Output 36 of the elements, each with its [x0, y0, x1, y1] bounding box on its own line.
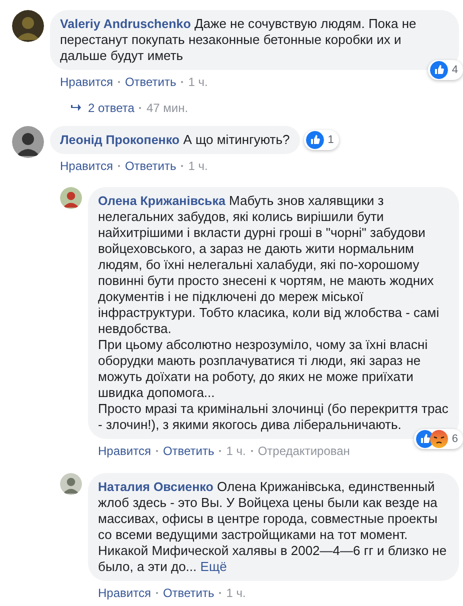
action-link[interactable]: Нравится — [98, 442, 151, 460]
reaction-count: 4 — [452, 62, 458, 78]
timestamp: 1 ч. — [188, 158, 208, 175]
timestamp: 1 ч. — [226, 443, 246, 460]
comment-text: Valeriy Andruschenko Даже не сочувствую людям. Пока не перестанут покупать незаконные бетонные коробки их и дальше будут иметь — [60, 16, 418, 64]
timestamp: 1 ч. — [188, 74, 208, 91]
reaction-count: 1 — [328, 132, 334, 148]
author-link[interactable]: Наталия Овсиенко — [98, 480, 214, 494]
reaction-badge[interactable]: 1 — [304, 130, 339, 150]
avatar[interactable] — [60, 187, 82, 209]
timestamp: 1 ч. — [226, 585, 246, 602]
thumbs-up-icon — [430, 61, 448, 79]
action-link[interactable]: Нравится — [98, 584, 151, 602]
avatar[interactable] — [12, 126, 44, 158]
reply-arrow-icon — [70, 103, 82, 113]
reaction-badge[interactable]: 6 — [414, 429, 463, 449]
author-link[interactable]: Леонід Прокопенко — [60, 133, 180, 147]
comment-text: Наталия Овсиенко Олена Крижанівська, единственный жлоб здесь - это Вы. У Войцеха цены были как везде на массивах, офисы в центре города, совместные проекты со всеми ведущими застройщиками на тот момент. Никакой Мифической халявы в 2002—4—6 гг и близко не было, а эти до... Ещё — [98, 479, 448, 575]
avatar[interactable] — [12, 10, 44, 42]
action-link[interactable]: Нравится — [60, 73, 113, 91]
reaction-badge[interactable]: 4 — [428, 60, 463, 80]
replies-link[interactable]: 2 ответа — [70, 99, 134, 117]
author-link[interactable]: Valeriy Andruschenko — [60, 17, 191, 31]
see-more-link[interactable]: Ещё — [200, 559, 227, 574]
action-link[interactable]: Ответить — [162, 584, 214, 602]
reaction-count: 6 — [452, 432, 458, 447]
author-link[interactable]: Олена Крижанівська — [98, 194, 226, 208]
action-link[interactable]: Нравится — [60, 157, 113, 175]
action-link[interactable]: Ответить — [124, 157, 176, 175]
edited-label: Отредактирован — [258, 443, 350, 460]
thumbs-up-icon — [306, 131, 324, 149]
angry-face-icon — [430, 430, 448, 448]
comment-text: Леонід Прокопенко А що мітингують? — [60, 132, 290, 148]
action-link[interactable]: Ответить — [124, 73, 176, 91]
timestamp: 47 мин. — [146, 100, 188, 117]
action-link[interactable]: Ответить — [162, 442, 214, 460]
